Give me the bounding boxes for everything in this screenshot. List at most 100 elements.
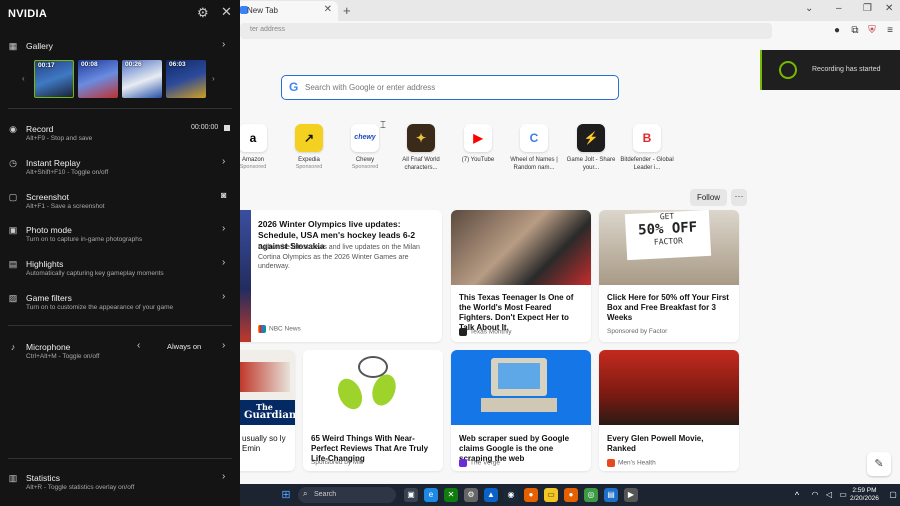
settings-gear-icon[interactable]: ⚙	[197, 5, 209, 21]
address-bar[interactable]: ter address	[240, 23, 772, 39]
steam-icon[interactable]: ◉	[504, 488, 518, 502]
edge-icon[interactable]: e	[424, 488, 438, 502]
statistics-title[interactable]: Statistics	[26, 473, 60, 483]
gallery-prev-icon[interactable]: ‹	[22, 74, 25, 83]
guardian-masthead: The Guardian	[240, 400, 295, 425]
news-card[interactable]: 2026 Winter Olympics live updates: Sched…	[220, 210, 442, 342]
shortcut-bitdefender[interactable]: B Bitdefender - Global Leader i...	[619, 124, 675, 172]
shortcut-fnaf[interactable]: ✦ All Fnaf World characters...	[393, 124, 449, 172]
chrome-icon[interactable]: ◎	[584, 488, 598, 502]
shortcut-game-jolt[interactable]: ⚡ Game Jolt - Share your...	[563, 124, 619, 172]
gallery-chevron-icon[interactable]: ›	[222, 39, 225, 50]
taskbar-search[interactable]: ⌕ Search	[298, 487, 396, 503]
close-icon[interactable]: ✕	[221, 4, 232, 20]
gallery-thumbnail[interactable]: 00:08	[78, 60, 118, 98]
divider	[8, 325, 232, 326]
file-explorer-icon[interactable]: ▭	[544, 488, 558, 502]
shield-icon[interactable]: ⛨	[865, 24, 879, 38]
microphone-next-icon[interactable]: ›	[222, 340, 225, 351]
stop-icon[interactable]	[224, 125, 230, 131]
edit-pencil-icon[interactable]: ✎	[867, 452, 891, 476]
amazon-icon: a	[239, 124, 267, 152]
recording-icon	[779, 61, 797, 79]
extensions-icon[interactable]: ⧉	[848, 24, 862, 38]
tray-expand-icon[interactable]: ^	[790, 488, 804, 502]
more-options-button[interactable]: ···	[731, 189, 747, 206]
maximize-button[interactable]: ❐	[863, 3, 872, 14]
ad-card-image	[303, 350, 443, 425]
tab-new-tab[interactable]: New Tab ✕	[236, 1, 338, 21]
computer-base	[481, 398, 557, 412]
ad-card[interactable]: 65 Weird Things With Near-Perfect Review…	[303, 350, 443, 471]
new-tab-button[interactable]: +	[343, 3, 351, 18]
close-window-button[interactable]: ✕	[885, 3, 893, 14]
game-filters-description: Turn on to customize the appearance of y…	[26, 304, 174, 311]
settings-icon[interactable]: ⚙	[464, 488, 478, 502]
notification-icon[interactable]: ▢	[886, 488, 900, 502]
battery-icon[interactable]: ▭	[836, 488, 850, 502]
volume-icon[interactable]: ◁	[822, 488, 836, 502]
firefox-alt-icon[interactable]: ●	[564, 488, 578, 502]
photo-mode-title[interactable]: Photo mode	[26, 225, 72, 235]
game-jolt-icon: ⚡	[577, 124, 605, 152]
statistics-chevron-icon[interactable]: ›	[222, 471, 225, 482]
notepad-icon[interactable]: ▤	[604, 488, 618, 502]
wifi-icon[interactable]: ◠	[808, 488, 822, 502]
record-title[interactable]: Record	[26, 124, 53, 134]
follow-button[interactable]: Follow	[690, 189, 727, 206]
shortcut-expedia[interactable]: ↗ Expedia Sponsored	[281, 124, 337, 170]
media-player-icon[interactable]: ▶	[624, 488, 638, 502]
highlights-chevron-icon[interactable]: ›	[222, 257, 225, 268]
taskbar-clock[interactable]: 2:59 PM 2/20/2026	[850, 487, 879, 503]
screenshot-title[interactable]: Screenshot	[26, 192, 69, 202]
photo-mode-icon: ▣	[8, 225, 18, 235]
photo-mode-chevron-icon[interactable]: ›	[222, 223, 225, 234]
news-card[interactable]: Web scraper sued by Google claims Google…	[451, 350, 591, 471]
computer-monitor	[491, 358, 547, 396]
search-box[interactable]: G Search with Google or enter address	[281, 75, 619, 100]
ad-card[interactable]: GET 50% OFF FACTOR Click Here for 50% of…	[599, 210, 739, 342]
shortcut-sponsored: Sponsored	[295, 164, 323, 170]
tab-close-icon[interactable]: ✕	[324, 4, 332, 15]
shortcut-label: Game Jolt - Share your...	[566, 157, 616, 171]
shortcut-label: (7) YouTube	[461, 157, 495, 163]
gadget-left	[333, 374, 367, 414]
expedia-icon: ↗	[295, 124, 323, 152]
task-view-icon[interactable]: ▣	[404, 488, 418, 502]
thumbnail-duration: 00:08	[81, 61, 98, 68]
shortcut-label: All Fnaf World characters...	[402, 157, 440, 171]
gallery-title[interactable]: Gallery	[26, 41, 53, 51]
microphone-prev-icon[interactable]: ‹	[137, 340, 140, 351]
xbox-icon[interactable]: ✕	[444, 488, 458, 502]
gallery-thumbnail[interactable]: 00:26	[122, 60, 162, 98]
firefox-icon[interactable]: ●	[524, 488, 538, 502]
instant-replay-chevron-icon[interactable]: ›	[222, 156, 225, 167]
gallery-next-icon[interactable]: ›	[212, 74, 215, 83]
windows-start-icon[interactable]: ⊞	[279, 488, 293, 502]
game-filters-title[interactable]: Game filters	[26, 293, 72, 303]
game-filters-chevron-icon[interactable]: ›	[222, 291, 225, 302]
news-card-source: Men's Health	[607, 459, 656, 467]
minimize-button[interactable]: –	[836, 3, 842, 14]
shortcut-youtube[interactable]: ▶ (7) YouTube	[450, 124, 506, 164]
taskbar-search-placeholder: Search	[314, 491, 337, 498]
address-placeholder: ter address	[250, 26, 286, 33]
record-icon: ◉	[9, 124, 17, 134]
ad-card-source: Sponsored by Factor	[607, 328, 668, 335]
shortcut-chewy[interactable]: chewy Chewy Sponsored	[337, 124, 393, 170]
photos-icon[interactable]: ▲	[484, 488, 498, 502]
recording-message: Recording has started	[812, 66, 881, 73]
shortcut-wheel-of-names[interactable]: C Wheel of Names | Random nam...	[506, 124, 562, 172]
list-all-tabs-icon[interactable]: ⌄	[805, 3, 813, 14]
menu-icon[interactable]: ≡	[883, 24, 897, 38]
news-card[interactable]: Every Glen Powell Movie, Ranked Men's He…	[599, 350, 739, 471]
the-verge-logo-icon	[459, 459, 467, 467]
help-icon[interactable]: ●	[830, 24, 844, 38]
gallery-thumbnail[interactable]: 06:03	[166, 60, 206, 98]
instant-replay-title[interactable]: Instant Replay	[26, 158, 80, 168]
gallery-thumbnail[interactable]: 00:17	[34, 60, 74, 98]
highlights-title[interactable]: Highlights	[26, 259, 63, 269]
camera-icon[interactable]: ◙	[221, 190, 226, 200]
news-card[interactable]: This Texas Teenager Is One of the World'…	[451, 210, 591, 342]
divider	[8, 108, 232, 109]
